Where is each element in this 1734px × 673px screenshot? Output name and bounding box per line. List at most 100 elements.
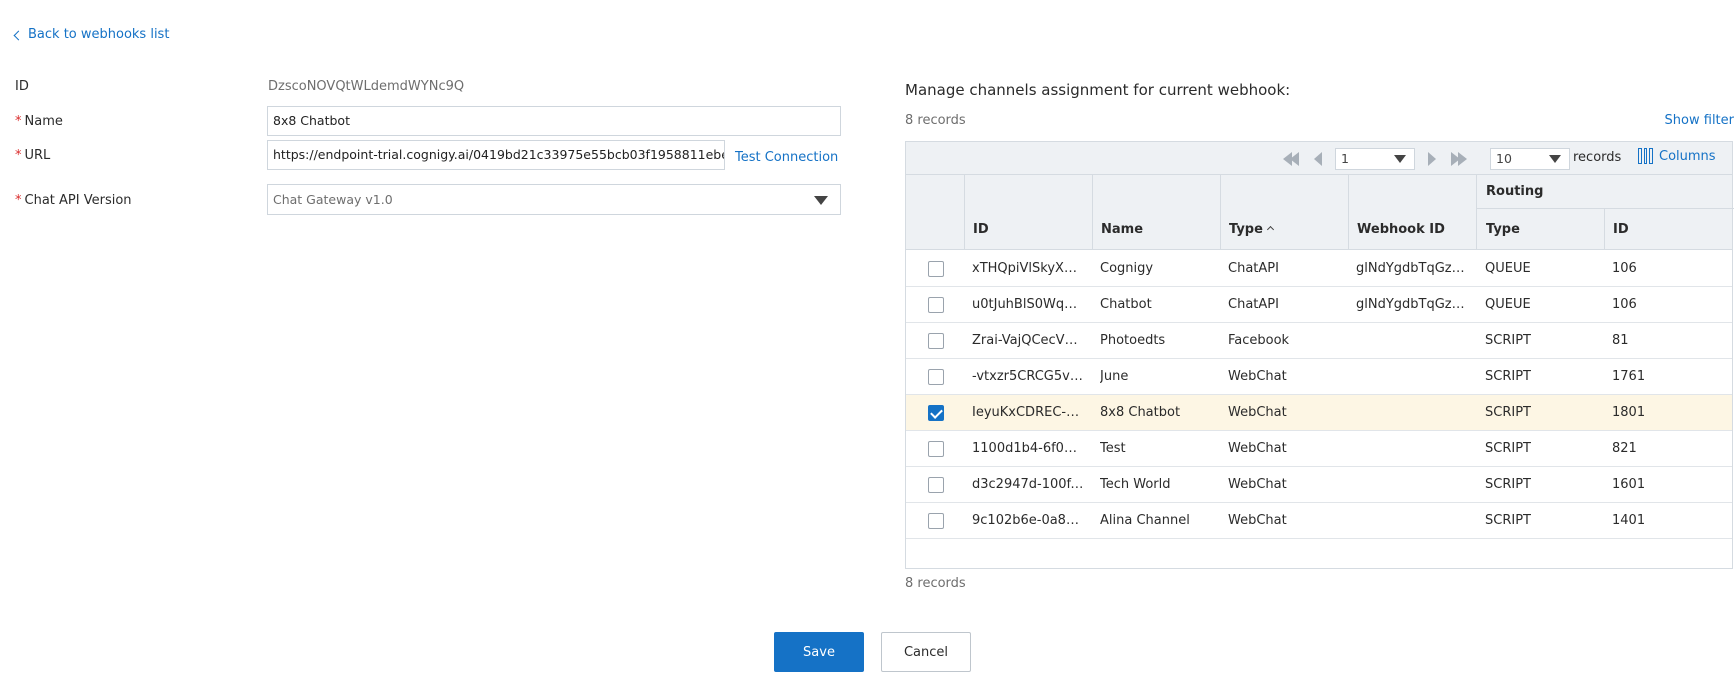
name-label-text: Name: [24, 114, 63, 129]
columns-icon: [1638, 148, 1654, 164]
cell-id: 1100d1b4-6f0d-...: [972, 441, 1084, 456]
cell-name: Test: [1100, 441, 1126, 456]
cell-webhook-id: glNdYgdbTqGza...: [1356, 297, 1468, 312]
cell-routing-id: 81: [1612, 333, 1629, 348]
cell-type: WebChat: [1228, 513, 1287, 528]
col-header-name[interactable]: Name: [1101, 222, 1143, 237]
col-header-id[interactable]: ID: [973, 222, 989, 237]
first-page-icon[interactable]: [1290, 152, 1299, 166]
save-button[interactable]: Save: [774, 632, 864, 672]
cell-type: Facebook: [1228, 333, 1290, 348]
records-label: records: [1573, 150, 1622, 165]
cell-id: Zrai-VajQCecV3r...: [972, 333, 1084, 348]
table-row[interactable]: 9c102b6e-0a86... Alina Channel WebChat SCRI…: [906, 503, 1732, 539]
col-header-type-label: Type: [1229, 222, 1263, 237]
dropdown-arrow-icon: [1549, 155, 1561, 163]
channels-panel-title: Manage channels assignment for current w…: [905, 81, 1291, 99]
cell-id: d3c2947d-100f-...: [972, 477, 1084, 492]
cell-routing-type: SCRIPT: [1485, 369, 1531, 384]
url-label: * URL: [15, 148, 50, 163]
cell-routing-id: 821: [1612, 441, 1637, 456]
cell-name: Alina Channel: [1100, 513, 1190, 528]
id-value: DzscoNOVQtWLdemdWYNc9Q: [268, 79, 465, 94]
col-header-routing-type[interactable]: Type: [1486, 222, 1520, 237]
records-count-bottom: 8 records: [905, 576, 966, 591]
row-checkbox[interactable]: [928, 297, 944, 313]
cell-routing-type: QUEUE: [1485, 261, 1531, 276]
header-group-row: [906, 175, 1732, 208]
cell-id: u0tJuhBlS0Wq1...: [972, 297, 1084, 312]
columns-label: Columns: [1659, 148, 1716, 164]
col-header-webhook-id[interactable]: Webhook ID: [1357, 222, 1445, 237]
page-select[interactable]: 1: [1335, 148, 1415, 170]
records-count-top: 8 records: [905, 113, 966, 128]
url-label-text: URL: [24, 148, 51, 163]
row-checkbox[interactable]: [928, 369, 944, 385]
cell-id: xTHQpiVlSkyXE...: [972, 261, 1084, 276]
chat-api-version-select[interactable]: Chat Gateway v1.0: [267, 184, 841, 215]
cell-routing-type: SCRIPT: [1485, 513, 1531, 528]
back-to-webhooks-link[interactable]: Back to webhooks list: [13, 27, 169, 42]
id-label: ID: [15, 79, 29, 94]
last-page-icon[interactable]: [1458, 152, 1467, 166]
row-checkbox[interactable]: [928, 441, 944, 457]
cell-name: Chatbot: [1100, 297, 1152, 312]
cell-id: -vtxzr5CRCG5vt...: [972, 369, 1084, 384]
row-checkbox[interactable]: [928, 477, 944, 493]
cell-routing-id: 1761: [1612, 369, 1646, 384]
cell-name: June: [1100, 369, 1129, 384]
required-marker: *: [15, 148, 22, 163]
cell-routing-id: 106: [1612, 297, 1637, 312]
table-row[interactable]: xTHQpiVlSkyXE... Cognigy ChatAPI glNdYgdbTq…: [906, 251, 1732, 287]
table-row[interactable]: IeyuKxCDREC-c... 8x8 Chatbot WebChat SCRIPT…: [906, 395, 1732, 431]
row-checkbox[interactable]: [928, 513, 944, 529]
page-size-value: 10: [1496, 151, 1512, 166]
show-filter-link[interactable]: Show filter: [1665, 113, 1734, 128]
chat-api-version-value: Chat Gateway v1.0: [273, 192, 393, 207]
chat-api-label: * Chat API Version: [15, 193, 132, 208]
required-marker: *: [15, 114, 22, 129]
chat-api-label-text: Chat API Version: [24, 193, 132, 208]
url-input[interactable]: https://endpoint-trial.cognigy.ai/0419bd…: [267, 140, 725, 170]
cell-routing-type: SCRIPT: [1485, 441, 1531, 456]
cell-type: WebChat: [1228, 369, 1287, 384]
cell-routing-id: 1601: [1612, 477, 1646, 492]
cell-routing-id: 1401: [1612, 513, 1646, 528]
dropdown-arrow-icon: [814, 196, 828, 205]
table-row[interactable]: d3c2947d-100f-... Tech World WebChat SCRIPT…: [906, 467, 1732, 503]
cell-name: Cognigy: [1100, 261, 1154, 276]
table-row[interactable]: u0tJuhBlS0Wq1... Chatbot ChatAPI glNdYgdbTq…: [906, 287, 1732, 323]
name-label: * Name: [15, 114, 63, 129]
page-number: 1: [1341, 151, 1349, 166]
next-page-icon[interactable]: [1428, 152, 1436, 166]
cell-routing-type: SCRIPT: [1485, 405, 1531, 420]
table-row[interactable]: Zrai-VajQCecV3r... Photoedts Facebook SCRIP…: [906, 323, 1732, 359]
grid-toolbar: 1 10 records Columns: [906, 142, 1732, 175]
page-size-select[interactable]: 10: [1490, 148, 1570, 170]
cell-id: 9c102b6e-0a86...: [972, 513, 1084, 528]
table-row[interactable]: -vtxzr5CRCG5vt... June WebChat SCRIPT 1761: [906, 359, 1732, 395]
table-row[interactable]: 1100d1b4-6f0d-... Test WebChat SCRIPT 821: [906, 431, 1732, 467]
dropdown-arrow-icon: [1394, 155, 1406, 163]
cell-routing-type: QUEUE: [1485, 297, 1531, 312]
cancel-button[interactable]: Cancel: [881, 632, 971, 672]
cell-routing-id: 106: [1612, 261, 1637, 276]
test-connection-link[interactable]: Test Connection: [735, 150, 838, 165]
prev-page-icon[interactable]: [1314, 152, 1322, 166]
row-checkbox[interactable]: [928, 333, 944, 349]
cell-webhook-id: glNdYgdbTqGza...: [1356, 261, 1468, 276]
col-header-type[interactable]: Type: [1229, 222, 1274, 237]
row-checkbox[interactable]: [928, 261, 944, 277]
cell-type: ChatAPI: [1228, 297, 1279, 312]
cell-name: 8x8 Chatbot: [1100, 405, 1181, 420]
channels-grid: 1 10 records Columns Routing ID Name Typ…: [905, 141, 1734, 569]
name-input[interactable]: 8x8 Chatbot: [267, 106, 841, 136]
row-checkbox[interactable]: [928, 405, 944, 421]
chevron-left-icon: [13, 30, 24, 40]
cell-routing-type: SCRIPT: [1485, 477, 1531, 492]
columns-button[interactable]: Columns: [1638, 148, 1716, 164]
cell-routing-type: SCRIPT: [1485, 333, 1531, 348]
cell-type: WebChat: [1228, 441, 1287, 456]
col-header-routing-id[interactable]: ID: [1613, 222, 1629, 237]
required-marker: *: [15, 193, 22, 208]
